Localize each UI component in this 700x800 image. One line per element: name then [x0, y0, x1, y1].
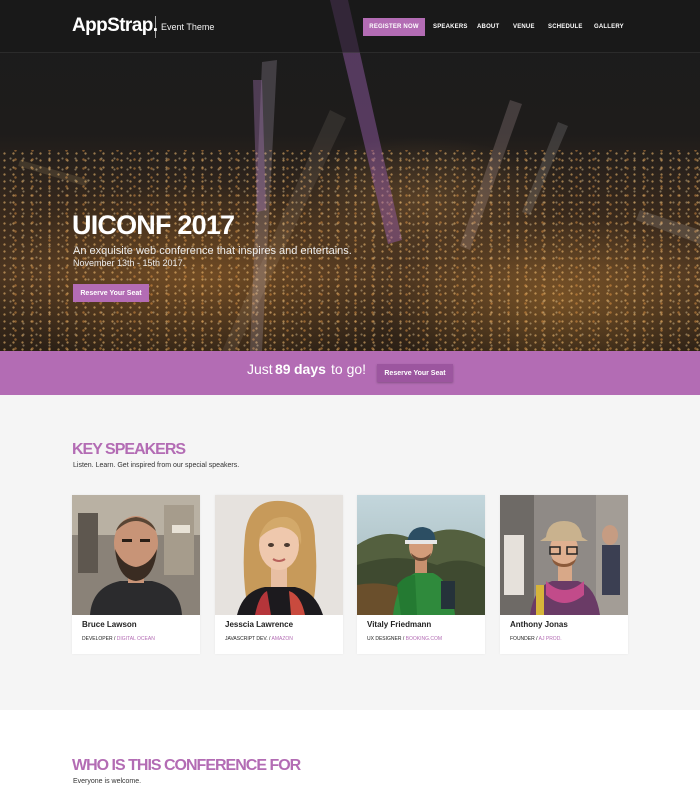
countdown-unit: days — [294, 361, 326, 377]
speaker-role: JAVASCRIPT DEV. / AMAZON — [225, 636, 293, 642]
speaker-photo — [500, 495, 628, 615]
countdown-suffix: to go! — [331, 361, 367, 377]
speakers-subheading: Listen. Learn. Get inspired from our spe… — [73, 462, 240, 469]
speaker-company-link[interactable]: AMAZON — [272, 636, 293, 642]
hero-tagline: An exquisite web conference that inspire… — [73, 245, 352, 257]
speaker-role: UX DESIGNER / BOOKING.COM — [367, 636, 443, 642]
speaker-role-title: JAVASCRIPT DEV. — [225, 636, 268, 642]
nav-link-about[interactable]: ABOUT — [477, 24, 499, 30]
brand-subtitle: Event Theme — [161, 22, 215, 32]
speaker-role-title: UX DESIGNER — [367, 636, 402, 642]
hero-section: AppStrap. Event Theme REGISTER NOW SPEAK… — [0, 0, 700, 351]
hero-title: UICONF 2017 — [72, 210, 235, 240]
audience-subheading: Everyone is welcome. — [73, 778, 142, 785]
speakers-heading: KEY SPEAKERS — [72, 441, 186, 458]
logo-divider — [155, 16, 156, 38]
countdown-days: 89 — [275, 361, 291, 377]
speaker-name: Bruce Lawson — [82, 620, 137, 629]
speaker-card[interactable]: Jesscia Lawrence JAVASCRIPT DEV. / AMAZO… — [215, 495, 343, 654]
speaker-card[interactable]: Anthony Jonas FOUNDER / AJ PROD. — [500, 495, 628, 654]
speaker-photo — [215, 495, 343, 615]
speaker-photo — [72, 495, 200, 615]
speaker-name: Jesscia Lawrence — [225, 620, 294, 629]
hero-dates: November 13th - 15th 2017. — [73, 258, 186, 268]
countdown-prefix: Just — [247, 361, 273, 377]
nav-link-schedule[interactable]: SCHEDULE — [548, 24, 583, 30]
register-now-button[interactable]: REGISTER NOW — [363, 18, 425, 36]
brand-logo[interactable]: AppStrap. — [72, 15, 158, 37]
speaker-card[interactable]: Vitaly Friedmann UX DESIGNER / BOOKING.C… — [357, 495, 485, 654]
speaker-role-title: DEVELOPER — [82, 636, 113, 642]
nav-link-gallery[interactable]: GALLERY — [594, 24, 624, 30]
speaker-name: Anthony Jonas — [510, 620, 568, 629]
countdown-reserve-seat-button[interactable]: Reserve Your Seat — [377, 364, 453, 382]
speaker-name: Vitaly Friedmann — [367, 620, 432, 629]
speaker-company-link[interactable]: AJ PROD. — [539, 636, 562, 642]
speaker-card[interactable]: Bruce Lawson DEVELOPER / DIGITAL OCEAN — [72, 495, 200, 654]
audience-section — [0, 710, 700, 800]
top-navbar: AppStrap. Event Theme REGISTER NOW SPEAK… — [0, 0, 700, 53]
nav-link-speakers[interactable]: SPEAKERS — [433, 24, 468, 30]
speaker-role-title: FOUNDER — [510, 636, 535, 642]
nav-link-venue[interactable]: VENUE — [513, 24, 535, 30]
audience-heading: WHO IS THIS CONFERENCE FOR — [72, 757, 301, 774]
hero-reserve-seat-button[interactable]: Reserve Your Seat — [73, 284, 149, 302]
speaker-company-link[interactable]: DIGITAL OCEAN — [117, 636, 155, 642]
speaker-role: DEVELOPER / DIGITAL OCEAN — [82, 636, 155, 642]
speaker-photo — [357, 495, 485, 615]
speaker-company-link[interactable]: BOOKING.COM — [406, 636, 442, 642]
speaker-role: FOUNDER / AJ PROD. — [510, 636, 562, 642]
